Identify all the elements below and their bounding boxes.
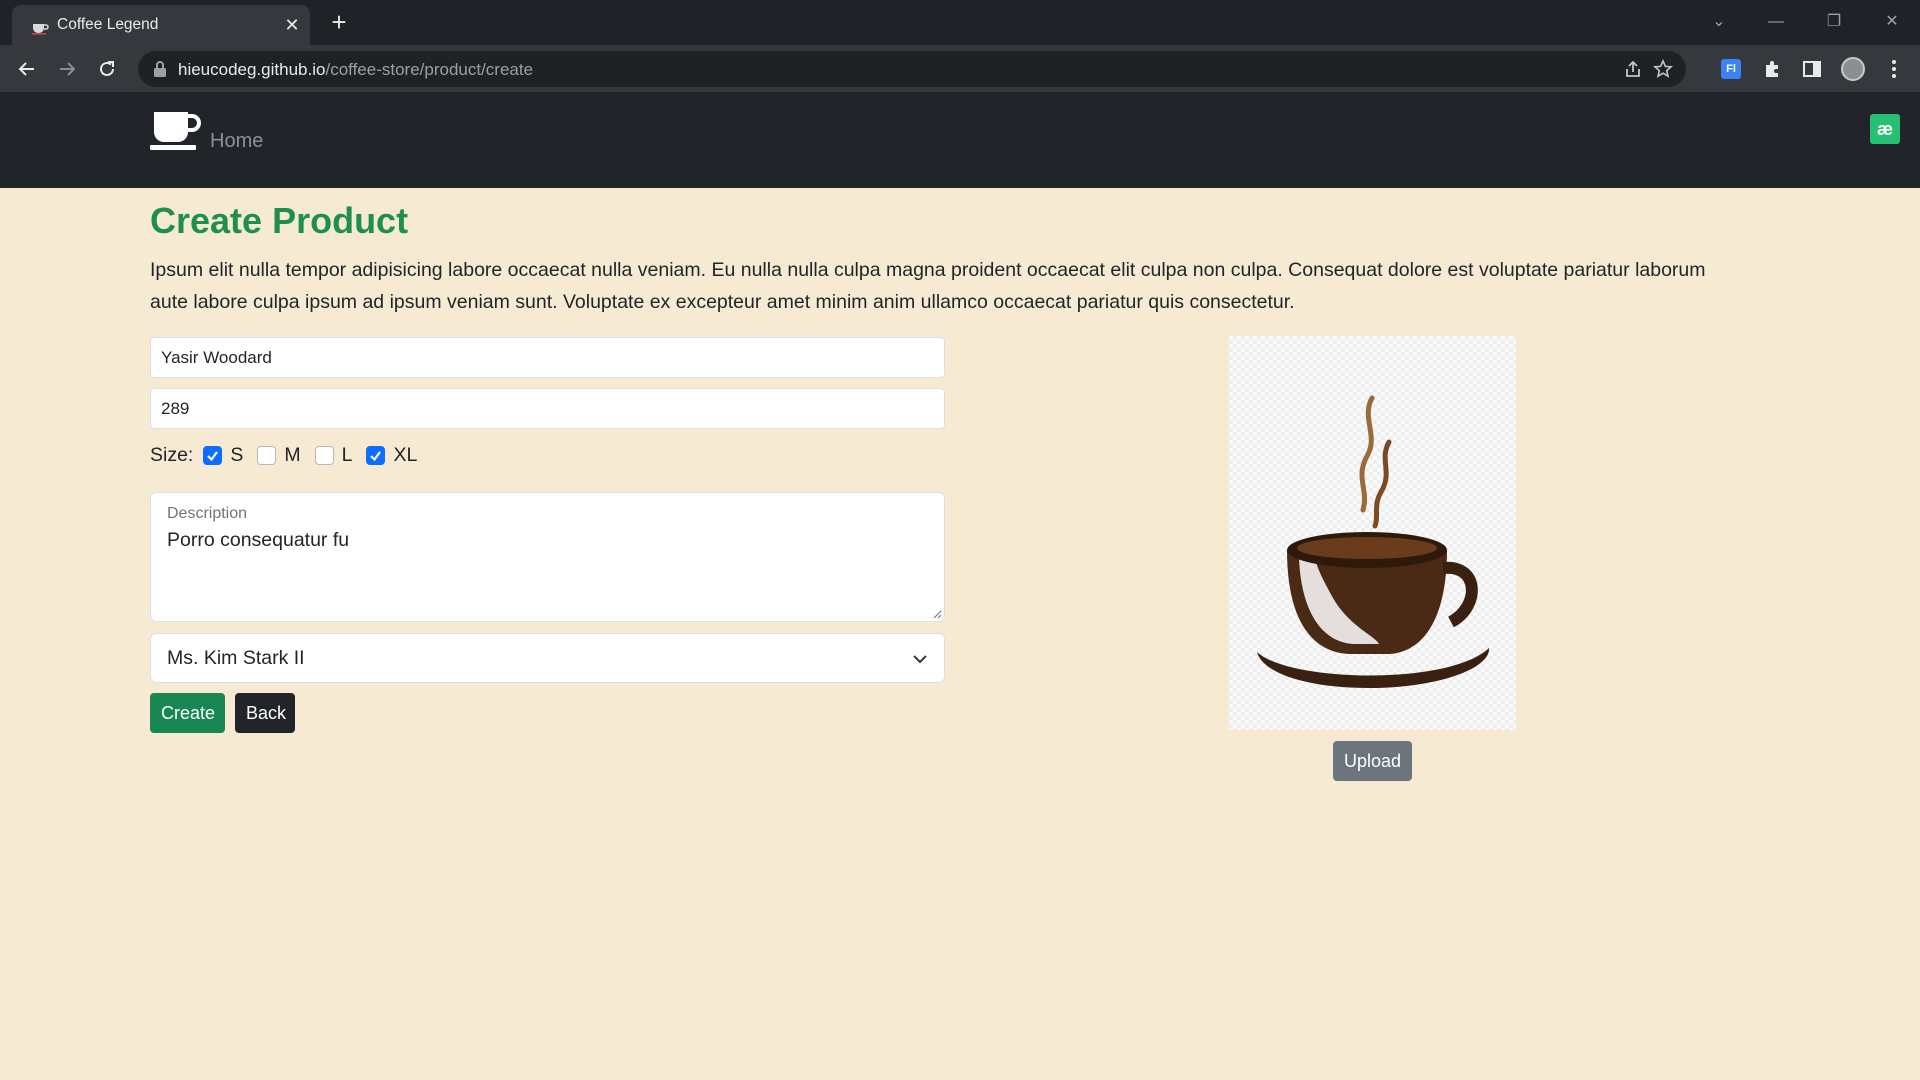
size-xl-label: XL (393, 443, 418, 466)
checkmark-icon (207, 450, 219, 461)
size-m-label: M (284, 443, 301, 466)
site-navbar: Home æ (0, 92, 1920, 188)
browser-menu-icon[interactable] (1882, 57, 1906, 81)
size-m-checkbox[interactable] (257, 445, 277, 465)
lock-icon[interactable] (152, 60, 168, 78)
back-arrow-icon[interactable] (13, 55, 41, 83)
product-image-preview (1229, 336, 1516, 730)
browser-tab-strip: Coffee Legend ✕ + ⌄ — ❐ ✕ (0, 0, 1920, 45)
minimize-icon[interactable]: — (1762, 8, 1790, 36)
bookmark-star-icon[interactable] (1652, 58, 1674, 80)
create-button[interactable]: Create (150, 693, 225, 733)
restore-icon[interactable]: ❐ (1820, 8, 1848, 36)
share-icon[interactable] (1622, 58, 1644, 80)
size-l-checkbox[interactable] (314, 445, 334, 465)
chevron-down-icon (913, 655, 927, 664)
browser-tab[interactable]: Coffee Legend ✕ (12, 5, 310, 45)
profile-avatar-icon[interactable] (1841, 57, 1865, 81)
upload-button[interactable]: Upload (1333, 741, 1412, 781)
address-bar[interactable]: hieucodeg.github.io/coffee-store/product… (138, 51, 1686, 87)
tab-search-icon[interactable]: ⌄ (1705, 8, 1733, 36)
new-tab-icon[interactable]: + (325, 8, 353, 36)
nav-home-link[interactable]: Home (210, 130, 263, 153)
url-text: hieucodeg.github.io/coffee-store/product… (178, 60, 533, 80)
url-path: /coffee-store/product/create (325, 60, 534, 79)
description-floating-label: Description (167, 505, 248, 522)
reload-icon[interactable] (93, 55, 121, 83)
forward-arrow-icon[interactable] (53, 55, 81, 83)
close-window-icon[interactable]: ✕ (1878, 8, 1906, 36)
size-options: Size: S M L XL (150, 440, 431, 470)
browser-toolbar: hieucodeg.github.io/coffee-store/product… (0, 45, 1920, 92)
intro-paragraph: Ipsum elit nulla tempor adipisicing labo… (150, 259, 1706, 313)
extension-badge-icon[interactable]: æ (1870, 114, 1900, 144)
url-host: hieucodeg.github.io (178, 60, 326, 79)
extension-translate-icon[interactable]: Fl (1719, 57, 1743, 81)
category-select[interactable]: Ms. Kim Stark II (150, 633, 945, 683)
description-value: Porro consequatur fu (167, 529, 350, 551)
tab-close-icon[interactable]: ✕ (282, 15, 302, 35)
size-l-label: L (341, 443, 353, 466)
size-label: Size: (150, 443, 194, 466)
back-button[interactable]: Back (235, 693, 295, 733)
size-s-checkbox[interactable] (203, 445, 223, 465)
side-panel-icon[interactable] (1800, 57, 1824, 81)
coffee-cup-logo-icon[interactable] (150, 110, 202, 152)
resize-handle-icon[interactable] (930, 607, 942, 619)
coffee-favicon-icon (32, 24, 49, 35)
tab-title: Coffee Legend (57, 16, 159, 33)
product-name-input[interactable] (150, 337, 945, 378)
size-s-label: S (230, 443, 244, 466)
extensions-puzzle-icon[interactable] (1760, 57, 1784, 81)
size-xl-checkbox[interactable] (366, 445, 386, 465)
coffee-cup-image (1257, 395, 1490, 688)
product-price-input[interactable] (150, 388, 945, 429)
description-textarea[interactable]: Description Porro consequatur fu (150, 492, 945, 622)
checkmark-icon (370, 450, 382, 461)
page-title: Create Product (150, 200, 409, 241)
category-selected-value: Ms. Kim Stark II (167, 647, 305, 669)
